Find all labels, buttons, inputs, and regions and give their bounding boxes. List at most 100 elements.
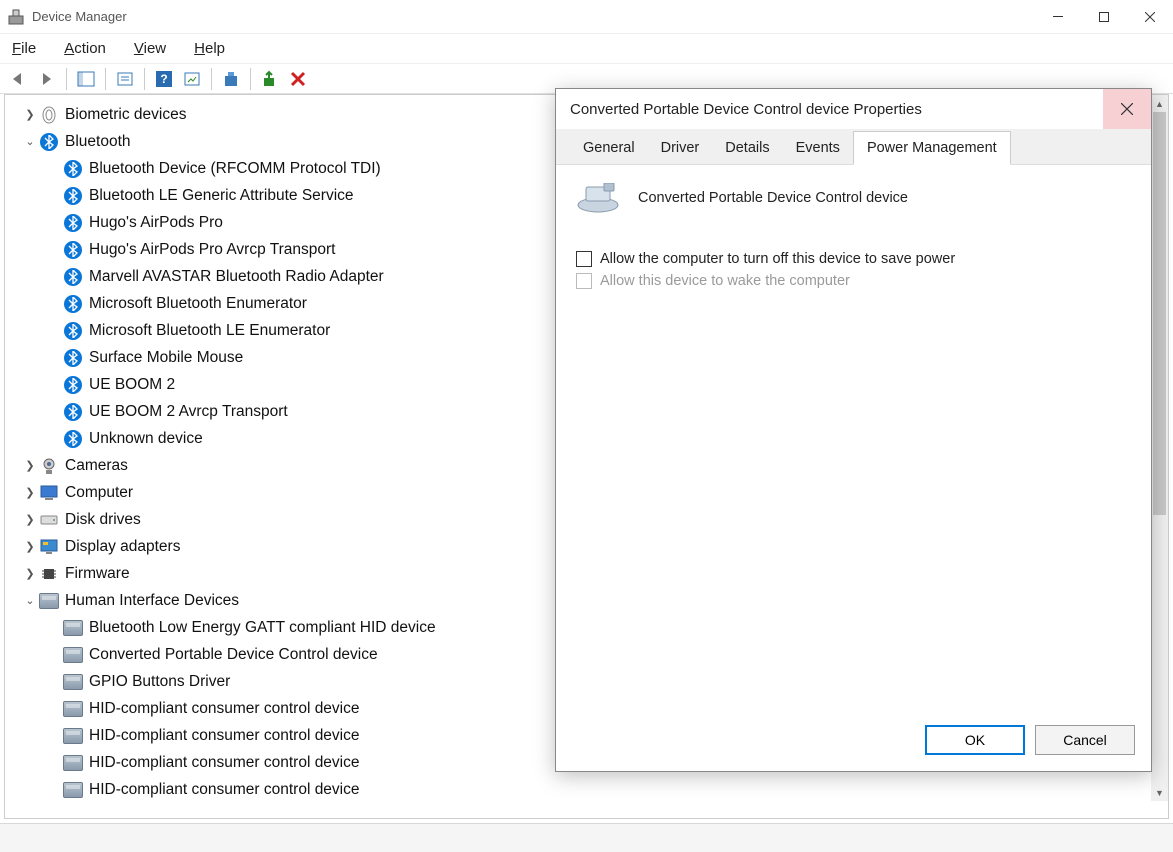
bluetooth-icon (63, 321, 83, 341)
tree-node-hid-child[interactable]: HID-compliant consumer control device (63, 776, 1151, 803)
tree-label: Unknown device (89, 430, 203, 448)
ok-button[interactable]: OK (925, 725, 1025, 755)
device-header: Converted Portable Device Control device (576, 183, 1131, 213)
show-hide-tree-button[interactable] (73, 67, 99, 91)
allow-wake-label: Allow this device to wake the computer (600, 273, 850, 289)
expand-icon[interactable]: ❯ (21, 486, 39, 499)
hid-icon (63, 645, 83, 665)
back-button[interactable] (6, 67, 32, 91)
tab-content: Converted Portable Device Control device… (556, 165, 1151, 313)
tree-label: Marvell AVASTAR Bluetooth Radio Adapter (89, 268, 384, 286)
expand-icon[interactable]: ❯ (21, 540, 39, 553)
hid-icon (63, 672, 83, 692)
scroll-down-icon[interactable]: ▼ (1151, 784, 1168, 801)
scroll-track[interactable] (1151, 112, 1168, 784)
tree-label: Disk drives (65, 511, 141, 529)
bluetooth-icon (63, 240, 83, 260)
allow-turn-off-checkbox[interactable] (576, 251, 592, 267)
device-manager-icon (8, 9, 24, 25)
disk-icon (39, 510, 59, 530)
window-title: Device Manager (32, 9, 127, 24)
toolbar-separator (211, 68, 212, 90)
toolbar-separator (105, 68, 106, 90)
tab-driver[interactable]: Driver (648, 132, 713, 164)
toolbar-separator (66, 68, 67, 90)
uninstall-device-button[interactable] (285, 67, 311, 91)
tree-label: Surface Mobile Mouse (89, 349, 243, 367)
maximize-button[interactable] (1081, 0, 1127, 34)
tree-label: Converted Portable Device Control device (89, 646, 378, 664)
tab-general[interactable]: General (570, 132, 648, 164)
help-button[interactable]: ? (151, 67, 177, 91)
scan-hardware-button[interactable] (179, 67, 205, 91)
collapse-icon[interactable]: ⌄ (21, 135, 39, 148)
allow-wake-checkbox (576, 273, 592, 289)
bluetooth-icon (39, 132, 59, 152)
device-name-label: Converted Portable Device Control device (638, 190, 908, 206)
statusbar (0, 823, 1173, 852)
forward-button[interactable] (34, 67, 60, 91)
bluetooth-icon (63, 213, 83, 233)
tree-label: Biometric devices (65, 106, 186, 124)
tree-label: Microsoft Bluetooth LE Enumerator (89, 322, 330, 340)
menu-view[interactable]: View (134, 40, 166, 57)
camera-icon (39, 456, 59, 476)
hid-icon (63, 753, 83, 773)
tree-label: Bluetooth LE Generic Attribute Service (89, 187, 354, 205)
hid-icon (63, 780, 83, 800)
expand-icon[interactable]: ❯ (21, 108, 39, 121)
tree-label: Microsoft Bluetooth Enumerator (89, 295, 307, 313)
bluetooth-icon (63, 402, 83, 422)
tab-events[interactable]: Events (783, 132, 853, 164)
expand-icon[interactable]: ❯ (21, 567, 39, 580)
scroll-up-icon[interactable]: ▲ (1151, 95, 1168, 112)
menu-help[interactable]: Help (194, 40, 225, 57)
dialog-tabs: General Driver Details Events Power Mana… (556, 129, 1151, 165)
tree-label: Firmware (65, 565, 130, 583)
cancel-button[interactable]: Cancel (1035, 725, 1135, 755)
dialog-title: Converted Portable Device Control device… (570, 101, 922, 118)
computer-icon (39, 483, 59, 503)
minimize-button[interactable] (1035, 0, 1081, 34)
tree-label: Display adapters (65, 538, 180, 556)
properties-button[interactable] (112, 67, 138, 91)
tree-label: HID-compliant consumer control device (89, 754, 360, 772)
tree-label: Hugo's AirPods Pro Avrcp Transport (89, 241, 336, 259)
hid-icon (63, 699, 83, 719)
tree-label: GPIO Buttons Driver (89, 673, 230, 691)
dialog-titlebar: Converted Portable Device Control device… (556, 89, 1151, 129)
tree-label: Human Interface Devices (65, 592, 239, 610)
dialog-buttons: OK Cancel (925, 725, 1135, 755)
menu-action[interactable]: Action (64, 40, 106, 57)
hid-icon (63, 618, 83, 638)
tab-details[interactable]: Details (712, 132, 782, 164)
dialog-close-button[interactable] (1103, 89, 1151, 129)
collapse-icon[interactable]: ⌄ (21, 594, 39, 607)
vertical-scrollbar[interactable]: ▲ ▼ (1151, 95, 1168, 801)
expand-icon[interactable]: ❯ (21, 459, 39, 472)
update-driver-button[interactable] (218, 67, 244, 91)
tree-label: HID-compliant consumer control device (89, 781, 360, 799)
svg-text:?: ? (160, 72, 167, 86)
bluetooth-icon (63, 348, 83, 368)
tab-power-management[interactable]: Power Management (853, 131, 1011, 165)
enable-device-button[interactable] (257, 67, 283, 91)
scroll-thumb[interactable] (1153, 112, 1166, 515)
tree-label: UE BOOM 2 (89, 376, 175, 394)
allow-turn-off-row[interactable]: Allow the computer to turn off this devi… (576, 251, 1131, 267)
hid-icon (39, 591, 59, 611)
toolbar-separator (250, 68, 251, 90)
device-icon (576, 183, 620, 213)
biometric-icon (39, 105, 59, 125)
allow-turn-off-label: Allow the computer to turn off this devi… (600, 251, 955, 267)
bluetooth-icon (63, 186, 83, 206)
allow-wake-row: Allow this device to wake the computer (576, 273, 1131, 289)
hid-icon (63, 726, 83, 746)
close-button[interactable] (1127, 0, 1173, 34)
tree-label: Computer (65, 484, 133, 502)
tree-label: Cameras (65, 457, 128, 475)
expand-icon[interactable]: ❯ (21, 513, 39, 526)
menubar: File Action View Help (0, 34, 1173, 64)
tree-label: HID-compliant consumer control device (89, 727, 360, 745)
menu-file[interactable]: File (12, 40, 36, 57)
